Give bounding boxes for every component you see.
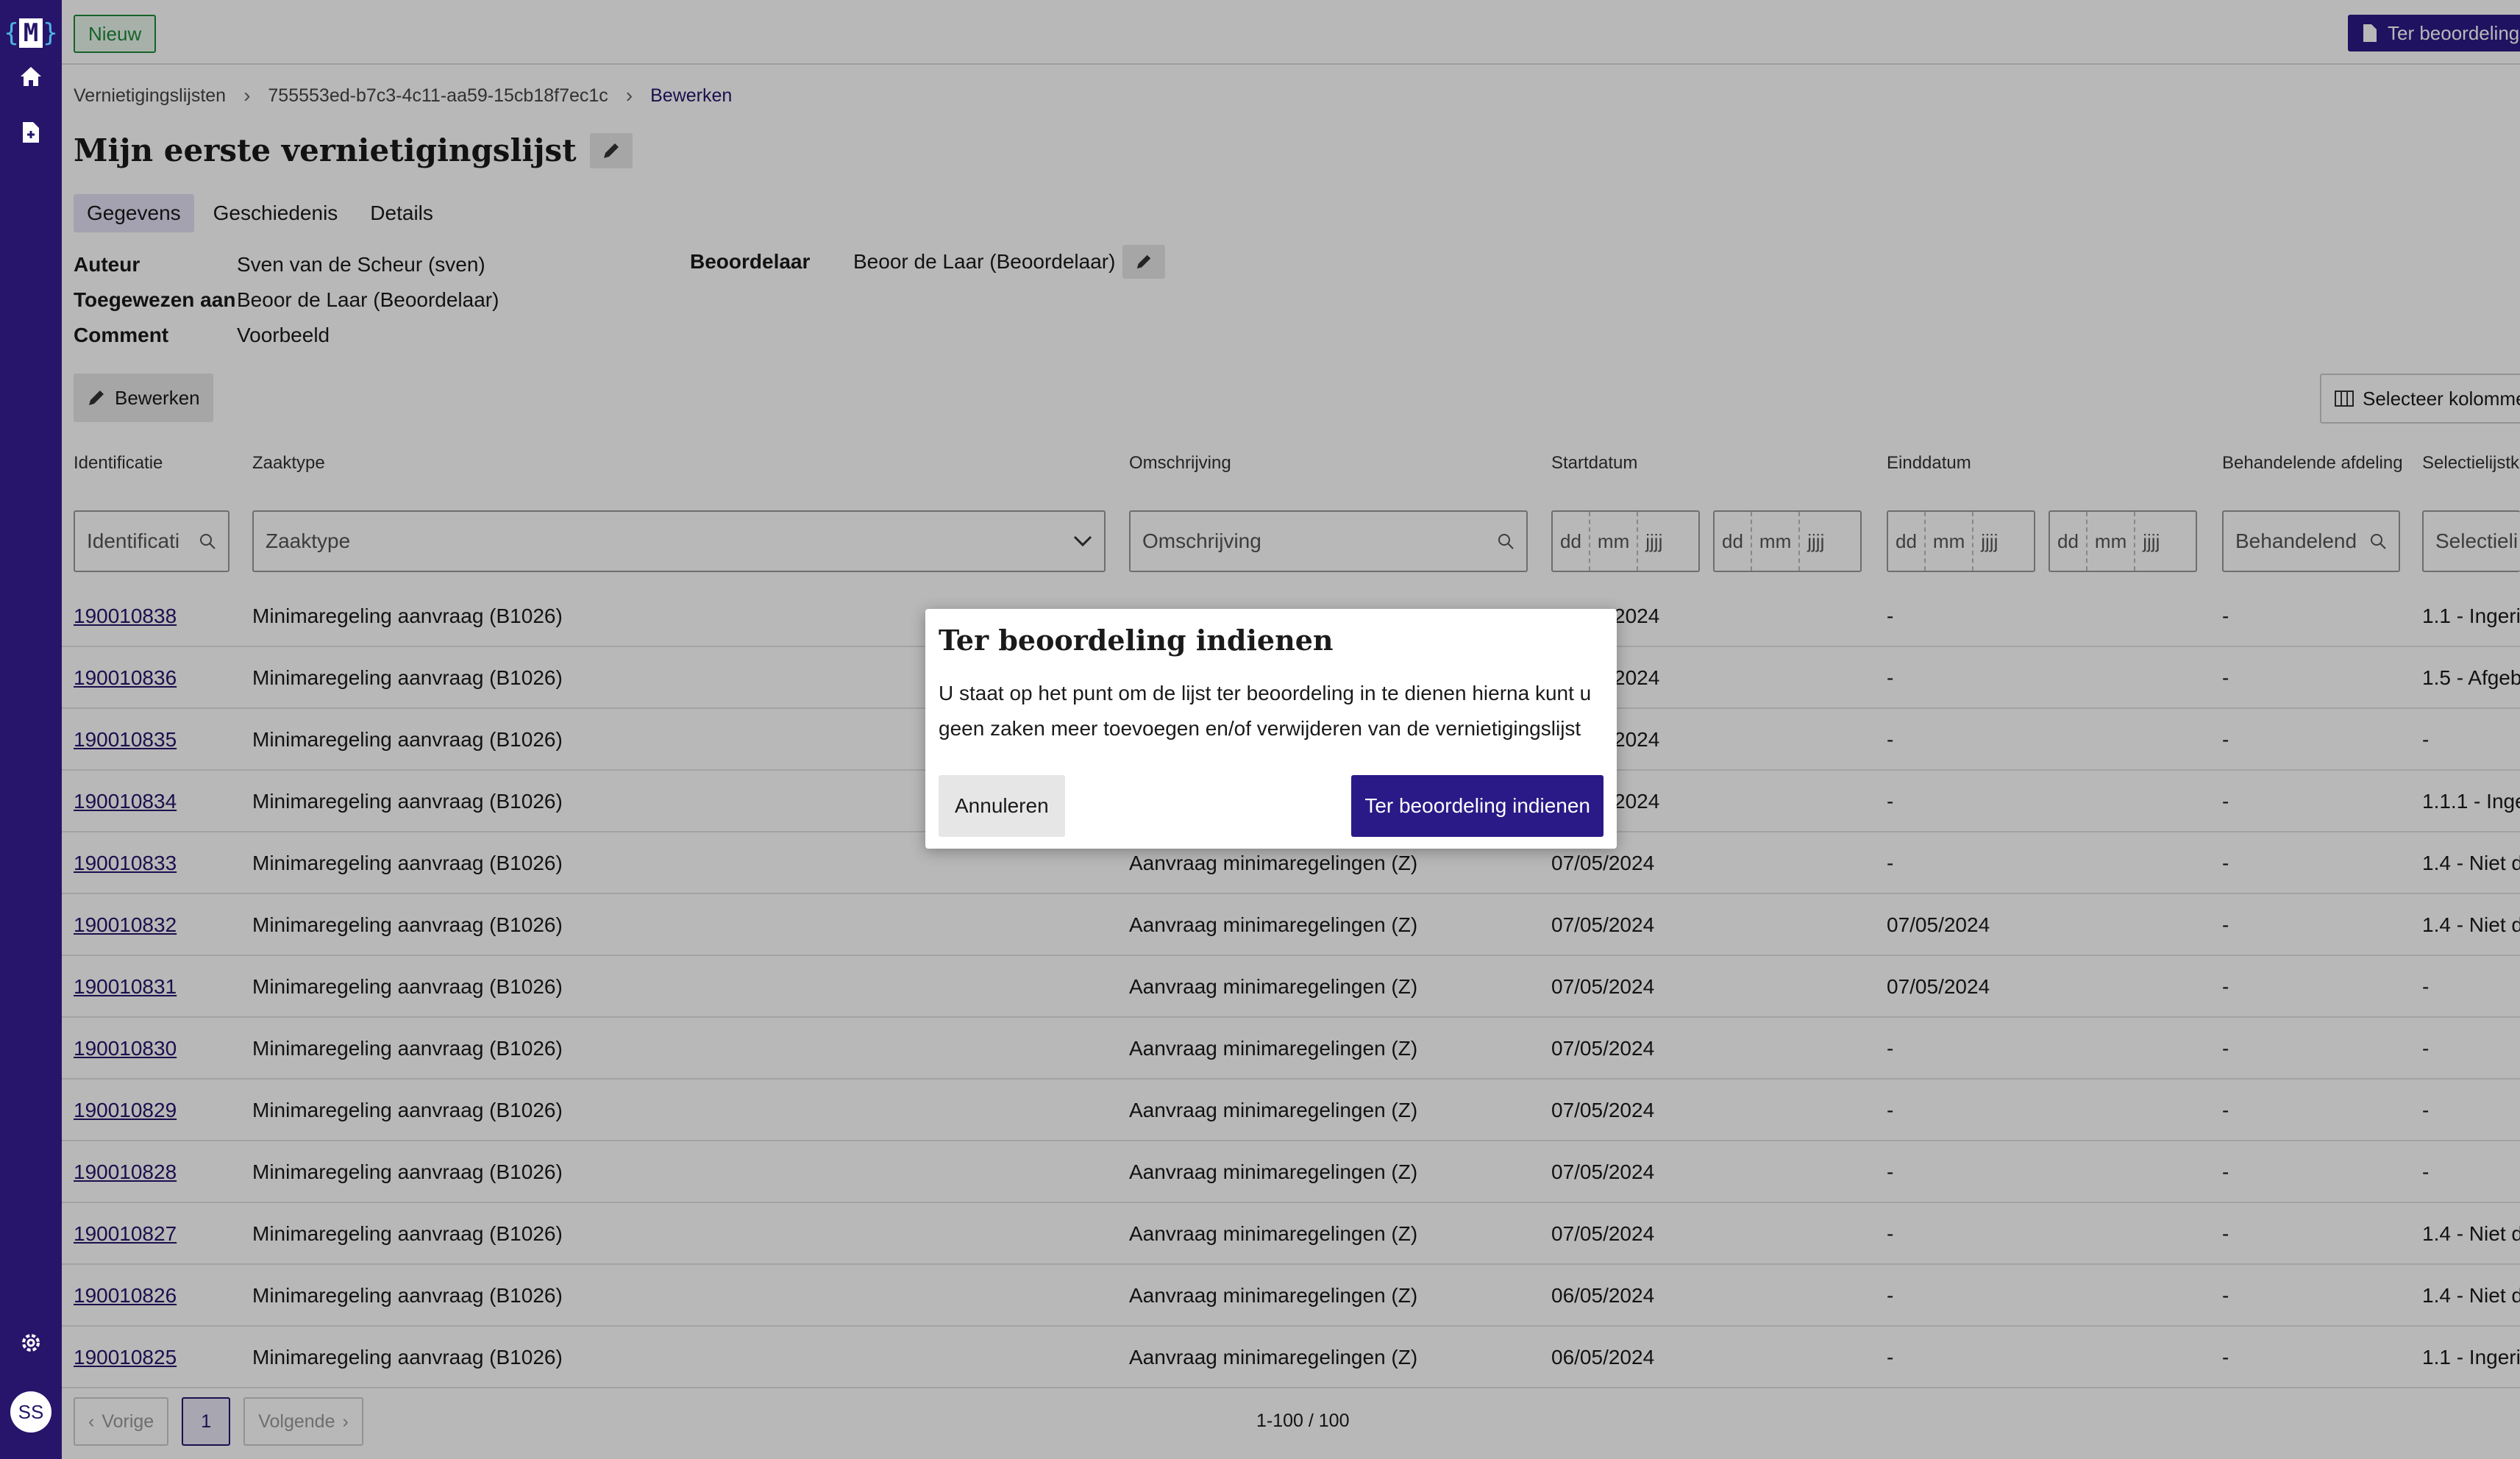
app-logo[interactable]: {M}: [0, 7, 62, 59]
modal-title: Ter beoordeling indienen: [939, 624, 1334, 657]
sidebar: {M} SS: [0, 0, 62, 1459]
gear-icon[interactable]: [0, 1324, 62, 1362]
confirm-submit-button[interactable]: Ter beoordeling indienen: [1351, 775, 1604, 837]
document-add-icon[interactable]: [0, 113, 62, 151]
avatar[interactable]: SS: [10, 1391, 51, 1433]
home-icon[interactable]: [0, 57, 62, 96]
submit-review-modal: Ter beoordeling indienen U staat op het …: [925, 609, 1617, 849]
cancel-button[interactable]: Annuleren: [939, 775, 1065, 837]
modal-body: U staat op het punt om de lijst ter beoo…: [939, 682, 1592, 740]
